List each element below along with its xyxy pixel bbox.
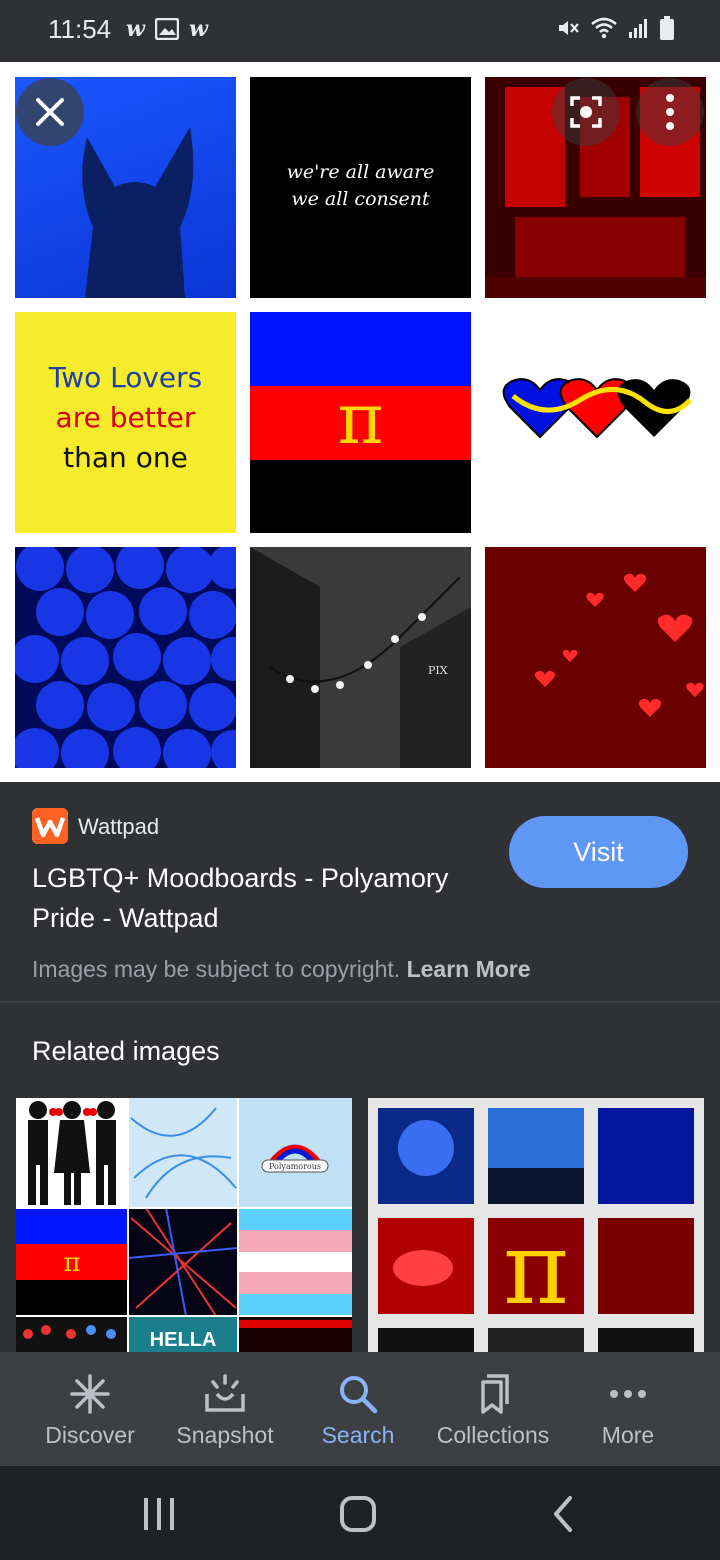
back-icon[interactable] — [544, 1494, 584, 1534]
lens-button[interactable] — [552, 78, 620, 146]
result-title[interactable]: LGBTQ+ Moodboards - Polyamory Pride - Wa… — [32, 858, 452, 938]
lovers-line-2: are better — [55, 401, 196, 434]
related-image-2[interactable]: π — [368, 1098, 704, 1352]
kebab-menu-icon — [666, 94, 674, 130]
copyright-text: Images may be subject to copyright. — [32, 956, 401, 982]
nav-search-label: Search — [321, 1422, 395, 1448]
flag-pi: π — [337, 378, 384, 460]
related-pi-left: π — [63, 1248, 80, 1278]
related-image-1[interactable]: Polyamorous π HELLA — [16, 1098, 352, 1352]
lens-icon — [570, 96, 602, 128]
tile-red-hearts-wall — [485, 547, 706, 768]
consent-line-2: we all consent — [291, 188, 430, 210]
tile-three-hearts — [485, 312, 706, 533]
close-icon — [36, 98, 64, 126]
section-divider — [0, 1001, 720, 1003]
nav-discover-label: Discover — [45, 1422, 135, 1448]
status-time: 11:54 — [48, 14, 112, 44]
recent-apps-icon[interactable] — [140, 1494, 180, 1534]
search-icon — [340, 1376, 378, 1414]
notification-icons: w w — [126, 16, 208, 42]
nav-discover[interactable]: Discover — [20, 1352, 160, 1466]
pix-sign: PIX — [428, 664, 448, 677]
wifi-icon — [591, 17, 617, 39]
red-hearts-wall-scene — [485, 547, 706, 768]
visit-button[interactable]: Visit — [509, 816, 688, 888]
more-options-button[interactable] — [636, 78, 704, 146]
snapshot-icon — [205, 1374, 245, 1412]
nav-collections[interactable]: Collections — [423, 1352, 563, 1466]
related-image-1-collage: Polyamorous π HELLA — [16, 1098, 352, 1352]
asterisk-icon — [70, 1374, 110, 1414]
tile-string-lights: PIX — [250, 547, 471, 768]
battery-icon — [660, 16, 674, 40]
hella-text: HELLA — [150, 1329, 217, 1351]
tile-blue-balls — [15, 547, 236, 768]
image-viewer[interactable]: we're all aware we all consent Two Lover… — [0, 62, 720, 782]
more-dots-icon — [610, 1390, 646, 1398]
lovers-line-3: than one — [63, 441, 188, 474]
nav-more-label: More — [601, 1422, 655, 1448]
tile-consent-text: we're all aware we all consent — [250, 77, 471, 298]
learn-more-link[interactable]: Learn More — [407, 956, 531, 982]
result-info-panel: Wattpad LGBTQ+ Moodboards - Polyamory Pr… — [0, 782, 720, 1002]
image-icon — [154, 18, 179, 40]
collections-icon — [481, 1374, 509, 1414]
wattpad-logo-icon — [32, 808, 68, 844]
wattpad-notif-icon-2: w — [188, 16, 208, 42]
copyright-notice: Images may be subject to copyright. Lear… — [32, 956, 531, 983]
nav-collections-label: Collections — [436, 1422, 550, 1448]
related-pi-right: π — [503, 1210, 569, 1327]
close-button[interactable] — [16, 78, 84, 146]
home-icon[interactable] — [338, 1494, 380, 1536]
nav-snapshot-label: Snapshot — [176, 1422, 274, 1448]
consent-line-1: we're all aware — [286, 161, 435, 183]
tile-two-lovers: Two Lovers are better than one — [15, 312, 236, 533]
system-navigation-bar — [0, 1466, 720, 1560]
signal-icon — [629, 19, 647, 38]
bottom-navigation: Discover Snapshot Search Collections Mor… — [0, 1352, 720, 1466]
mute-icon — [559, 21, 579, 35]
string-lights-scene: PIX — [250, 547, 471, 768]
nav-search[interactable]: Search — [288, 1352, 428, 1466]
tile-polyamory-flag: π — [250, 312, 471, 533]
related-image-2-collage: π — [368, 1098, 704, 1352]
blue-balls-pattern — [15, 547, 236, 768]
status-bar: 11:54 w w — [0, 0, 720, 62]
nav-snapshot[interactable]: Snapshot — [155, 1352, 295, 1466]
wattpad-notif-icon: w — [126, 16, 145, 42]
related-images-heading: Related images — [32, 1036, 220, 1066]
nav-more[interactable]: More — [558, 1352, 698, 1466]
system-status-icons — [556, 16, 674, 40]
three-hearts-graphic — [502, 378, 692, 439]
source-name[interactable]: Wattpad — [78, 814, 159, 840]
lovers-line-1: Two Lovers — [48, 361, 203, 394]
polyamorous-badge-text: Polyamorous — [269, 1162, 321, 1171]
